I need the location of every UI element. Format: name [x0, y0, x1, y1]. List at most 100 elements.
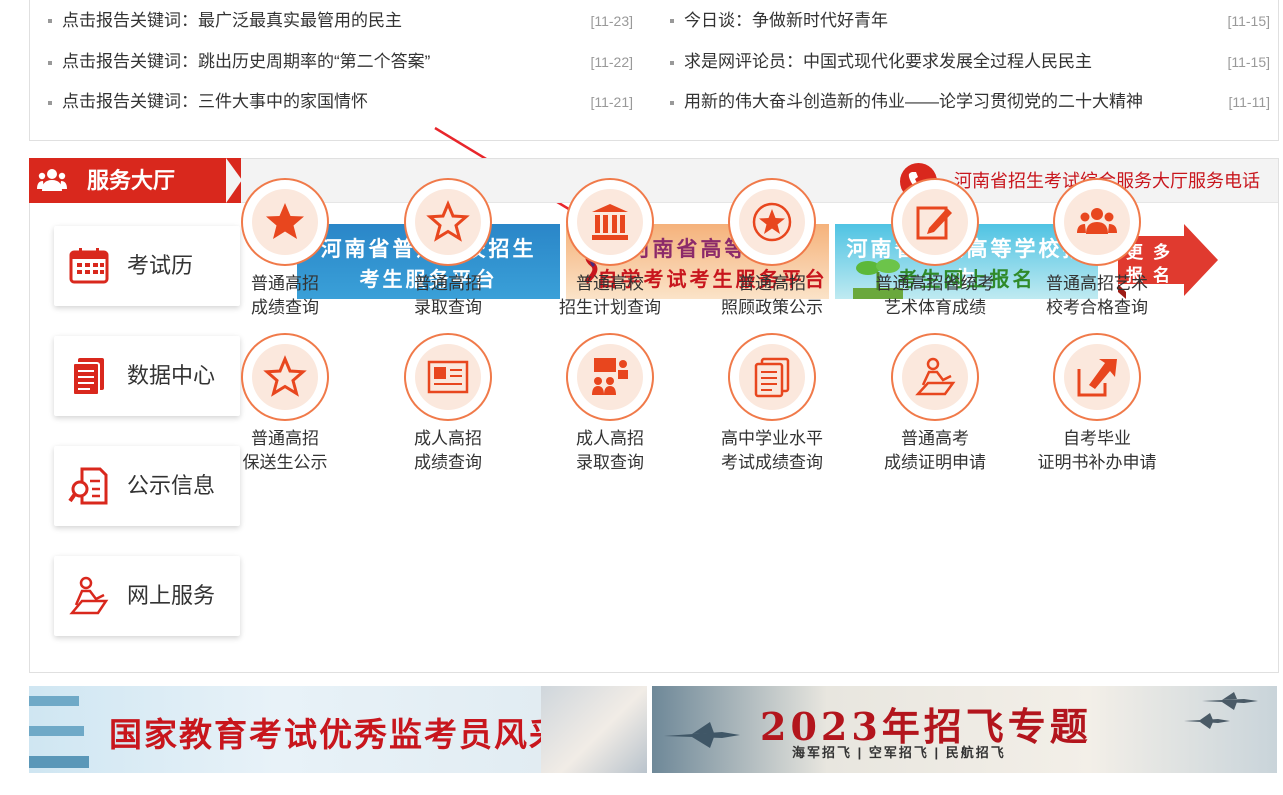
news-list-left: 点击报告关键词：最广泛最真实最管用的民主 [11-23] 点击报告关键词：跳出历史… [48, 0, 633, 122]
service-label-line2: 成绩证明申请 [884, 453, 986, 472]
jet-icon [664, 722, 740, 748]
document-stack-icon [739, 344, 805, 410]
news-title[interactable]: 今日谈：争做新时代好青年 [684, 11, 888, 30]
news-item[interactable]: 用新的伟大奋斗创造新的伟业——论学习贯彻党的二十大精神 [11-11] [670, 82, 1270, 122]
news-list-right: 今日谈：争做新时代好青年 [11-15] 求是网评论员：中国式现代化要求发展全过程… [670, 0, 1270, 122]
service-label-line2: 艺术体育成绩 [884, 298, 986, 317]
star-outline-icon [415, 189, 481, 255]
bullet-icon [48, 19, 52, 23]
service-label-line2: 招生计划查询 [559, 298, 661, 317]
group-icon [1064, 189, 1130, 255]
service-label-line1: 高中学业水平 [721, 429, 823, 448]
desks-image [29, 696, 89, 768]
service-item[interactable]: 普通高招 成绩查询 [210, 178, 360, 320]
news-item[interactable]: 今日谈：争做新时代好青年 [11-15] [670, 0, 1270, 42]
service-item[interactable]: 成人高招 录取查询 [535, 333, 685, 475]
service-label-line1: 普通高招 [251, 429, 319, 448]
service-label-line1: 普通高招省统考 [875, 274, 995, 293]
side-button-label: 网上服务 [127, 583, 216, 608]
pen-hand-image [541, 686, 647, 773]
building-icon [577, 189, 643, 255]
side-button-label: 公示信息 [127, 473, 216, 498]
service-icon-circle[interactable] [1053, 178, 1141, 266]
service-label-line2: 录取查询 [576, 453, 644, 472]
service-label-line2: 证明书补办申请 [1037, 453, 1157, 472]
service-item[interactable]: 成人高招 成绩查询 [373, 333, 523, 475]
news-item[interactable]: 点击报告关键词：三件大事中的家国情怀 [11-21] [48, 82, 633, 122]
service-item[interactable]: 普通高招 录取查询 [373, 178, 523, 320]
news-item[interactable]: 点击报告关键词：最广泛最真实最管用的民主 [11-23] [48, 0, 633, 42]
service-label-line1: 普通高招艺术 [1046, 274, 1148, 293]
service-item[interactable]: 普通高招省统考 艺术体育成绩 [860, 178, 1010, 320]
service-label-line1: 成人高招 [414, 429, 482, 448]
news-section: 点击报告关键词：最广泛最真实最管用的民主 [11-23] 点击报告关键词：跳出历史… [29, 0, 1279, 141]
service-item[interactable]: 普通高校招生计划查询 [535, 178, 685, 320]
service-item[interactable]: 普通高招艺术 校考合格查询 [1022, 178, 1172, 320]
service-icon-circle[interactable] [404, 178, 492, 266]
service-label-line2: 成绩查询 [251, 298, 319, 317]
edit-icon [902, 189, 968, 255]
presentation-icon [577, 344, 643, 410]
news-title[interactable]: 用新的伟大奋斗创造新的伟业——论学习贯彻党的二十大精神 [684, 92, 1143, 111]
side-button-label: 数据中心 [127, 363, 216, 388]
service-icon-circle[interactable] [728, 178, 816, 266]
service-icon-circle[interactable] [1053, 333, 1141, 421]
news-item[interactable]: 求是网评论员：中国式现代化要求发展全过程人民民主 [11-15] [670, 42, 1270, 82]
star-icon [252, 189, 318, 255]
pilot-banner-subtitle: 海军招飞 | 空军招飞 | 民航招飞 [792, 745, 1006, 760]
news-date: [11-11] [1228, 94, 1270, 110]
service-icon-circle[interactable] [566, 178, 654, 266]
service-label-line1: 普通高招 [414, 274, 482, 293]
bullet-icon [48, 61, 52, 65]
news-title[interactable]: 点击报告关键词：三件大事中的家国情怀 [62, 92, 368, 111]
service-icon-circle[interactable] [241, 333, 329, 421]
service-label-line1: 普通高校 [576, 274, 644, 293]
pilot-recruit-banner[interactable]: 2023年招飞专题 海军招飞 | 空军招飞 | 民航招飞 [652, 686, 1277, 773]
news-date: [11-21] [590, 94, 633, 110]
users-icon [37, 169, 67, 191]
service-label-line2: 校考合格查询 [1046, 298, 1148, 317]
news-item[interactable]: 点击报告关键词：跳出历史周期率的“第二个答案” [11-22] [48, 42, 633, 82]
service-label-line2: 照顾政策公示 [721, 298, 823, 317]
star-outline-icon [252, 344, 318, 410]
service-item[interactable]: 自考毕业证明书补办申请 [1022, 333, 1172, 475]
service-item[interactable]: 普通高招照顾政策公示 [697, 178, 847, 320]
person-desk-icon [902, 344, 968, 410]
service-label-line1: 普通高招 [738, 274, 806, 293]
service-item[interactable]: 高中学业水平 考试成绩查询 [697, 333, 847, 475]
service-icon-circle[interactable] [404, 333, 492, 421]
jet-icon [1184, 713, 1230, 729]
service-label-line1: 普通高考 [901, 429, 969, 448]
service-icon-circle[interactable] [891, 333, 979, 421]
service-icon-circle[interactable] [891, 178, 979, 266]
export-icon [1064, 344, 1130, 410]
service-label-line2: 录取查询 [414, 298, 482, 317]
service-label-line1: 自考毕业 [1063, 429, 1131, 448]
document-stack-icon [72, 358, 104, 396]
service-icon-circle[interactable] [241, 178, 329, 266]
calendar-icon [69, 248, 109, 284]
bullet-icon [48, 101, 52, 105]
service-hall-title: 服务大厅 [87, 168, 176, 193]
invigilator-banner[interactable]: 国家教育考试优秀监考员风采 [29, 686, 647, 773]
service-label-line2: 成绩查询 [414, 453, 482, 472]
bullet-icon [670, 101, 674, 105]
star-badge-icon [739, 189, 805, 255]
news-title[interactable]: 点击报告关键词：跳出历史周期率的“第二个答案” [62, 52, 430, 71]
service-icon-circle[interactable] [728, 333, 816, 421]
service-label-line2: 保送生公示 [242, 453, 328, 472]
invigilator-banner-text: 国家教育考试优秀监考员风采 [109, 715, 564, 754]
news-date: [11-22] [590, 54, 633, 70]
news-title[interactable]: 求是网评论员：中国式现代化要求发展全过程人民民主 [684, 52, 1092, 71]
news-date: [11-23] [590, 13, 633, 29]
search-document-icon [68, 467, 108, 505]
bullet-icon [670, 19, 674, 23]
service-icon-circle[interactable] [566, 333, 654, 421]
online-service-button[interactable]: 网上服务 [54, 556, 240, 636]
news-title[interactable]: 点击报告关键词：最广泛最真实最管用的民主 [62, 11, 402, 30]
news-date: [11-15] [1227, 54, 1270, 70]
service-item[interactable]: 普通高考成绩证明申请 [860, 333, 1010, 475]
service-label-line1: 普通高招 [251, 274, 319, 293]
service-item[interactable]: 普通高招 保送生公示 [210, 333, 360, 475]
bullet-icon [670, 61, 674, 65]
